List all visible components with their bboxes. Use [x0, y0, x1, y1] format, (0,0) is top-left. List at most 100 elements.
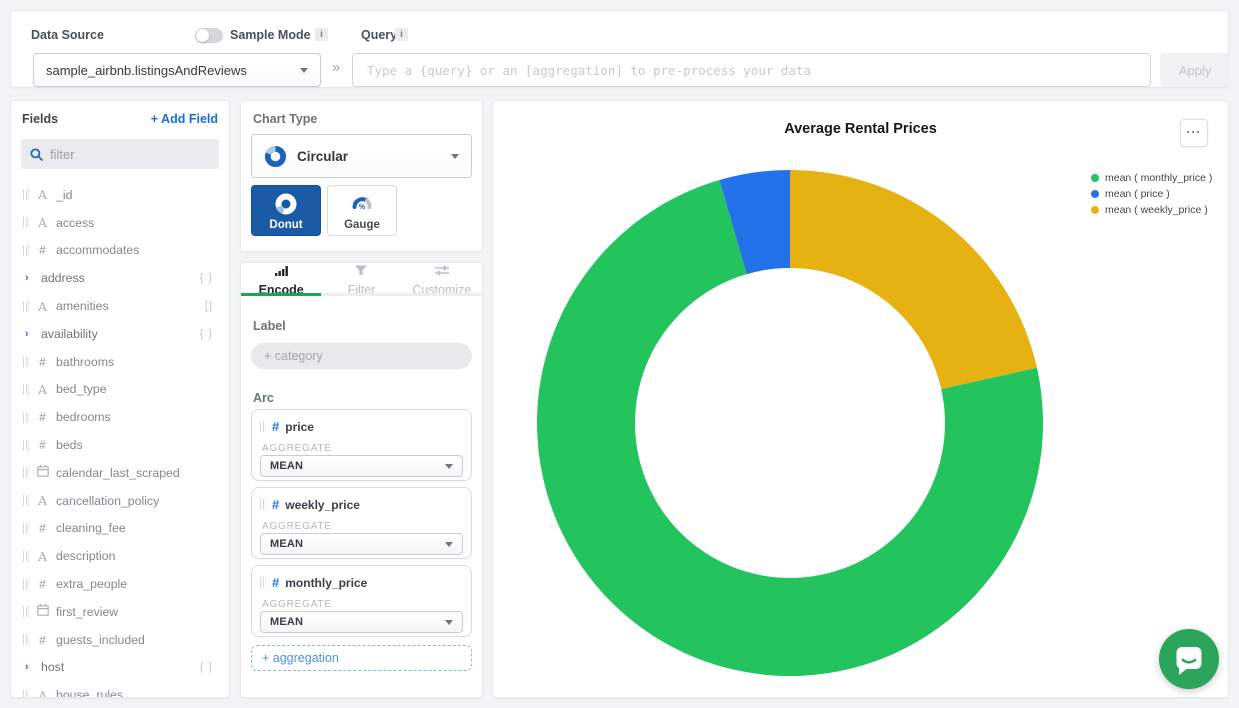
drag-handle-icon[interactable]	[23, 301, 29, 312]
field-row-first_review[interactable]: first_review	[11, 598, 229, 626]
legend-item: mean ( monthly_price )	[1091, 172, 1212, 184]
field-name: _id	[56, 188, 72, 202]
field-row-house_rules[interactable]: Ahouse_rules	[11, 681, 229, 698]
field-name: first_review	[56, 605, 118, 619]
number-type-icon: #	[35, 355, 50, 369]
number-type-icon: #	[272, 419, 279, 434]
query-info-icon[interactable]: i	[395, 28, 408, 41]
channel-header[interactable]: # price	[252, 410, 471, 434]
add-field-button[interactable]: + Add Field	[151, 112, 218, 126]
tab-filter[interactable]: Filter	[321, 263, 401, 296]
field-row-_id[interactable]: A_id	[11, 181, 229, 209]
arc-section-title: Arc	[253, 391, 274, 405]
field-row-accommodates[interactable]: #accommodates	[11, 237, 229, 265]
string-type-icon: A	[35, 299, 50, 314]
field-row-bedrooms[interactable]: #bedrooms	[11, 403, 229, 431]
field-row-cancellation_policy[interactable]: Acancellation_policy	[11, 487, 229, 515]
donut-slice-meanweekly_price[interactable]	[790, 170, 1037, 389]
aggregate-select-price[interactable]: MEAN	[260, 455, 463, 477]
label-category-dropzone[interactable]: + category	[251, 343, 472, 369]
bars-icon	[273, 263, 289, 281]
legend-label: mean ( weekly_price )	[1105, 204, 1208, 216]
aggregate-select-weekly_price[interactable]: MEAN	[260, 533, 463, 555]
channel-header[interactable]: #weekly_price	[252, 488, 471, 512]
expand-chevron-icon[interactable]: ›	[25, 272, 35, 284]
drag-handle-icon[interactable]	[23, 467, 29, 478]
subtype-button-donut[interactable]: Donut	[251, 185, 321, 236]
field-row-amenities[interactable]: Aamenities[]	[11, 292, 229, 320]
expand-chevron-icon[interactable]: ›	[25, 661, 35, 673]
drag-handle-icon[interactable]	[260, 577, 266, 588]
drag-handle-icon[interactable]	[23, 551, 29, 562]
encode-panel: EncodeFilterCustomize Label + category A…	[240, 262, 483, 698]
drag-handle-icon[interactable]	[23, 523, 29, 534]
tab-customize[interactable]: Customize	[402, 263, 482, 296]
drag-handle-icon[interactable]	[23, 440, 29, 451]
chart-legend: mean ( monthly_price )mean ( price )mean…	[1091, 172, 1212, 220]
tab-encode[interactable]: Encode	[241, 263, 321, 296]
field-row-calendar_last_scraped[interactable]: calendar_last_scraped	[11, 459, 229, 487]
arc-channel-monthly_price: #monthly_price AGGREGATEMEAN	[251, 565, 472, 637]
channel-field-name: price	[285, 420, 314, 434]
field-filter-input[interactable]	[50, 147, 200, 162]
field-row-address[interactable]: ›address{ }	[11, 264, 229, 292]
number-type-icon: #	[35, 577, 50, 591]
drag-handle-icon[interactable]	[23, 384, 29, 395]
field-row-guests_included[interactable]: #guests_included	[11, 626, 229, 654]
add-aggregation-button[interactable]: + aggregation	[251, 645, 472, 671]
field-name: house_rules	[56, 688, 123, 698]
drag-handle-icon[interactable]	[260, 421, 266, 432]
calendar-icon	[35, 604, 50, 619]
aggregate-label: AGGREGATE	[262, 443, 332, 454]
field-row-beds[interactable]: #beds	[11, 431, 229, 459]
channel-header[interactable]: #monthly_price	[252, 566, 471, 590]
drag-handle-icon[interactable]	[23, 356, 29, 367]
aggregate-select-monthly_price[interactable]: MEAN	[260, 611, 463, 633]
chart-type-value: Circular	[297, 149, 348, 164]
expand-chevron-icon[interactable]: ›	[25, 328, 35, 340]
field-filter-box[interactable]	[21, 139, 219, 169]
drag-handle-icon[interactable]	[23, 634, 29, 645]
field-row-host[interactable]: ›host{ }	[11, 654, 229, 682]
field-name: cleaning_fee	[56, 521, 126, 535]
sample-mode-toggle[interactable]	[195, 28, 223, 43]
field-row-extra_people[interactable]: #extra_people	[11, 570, 229, 598]
aggregate-label: AGGREGATE	[262, 521, 332, 532]
field-row-description[interactable]: Adescription	[11, 542, 229, 570]
drag-handle-icon[interactable]	[23, 495, 29, 506]
field-name: bed_type	[56, 382, 107, 396]
drag-handle-icon[interactable]	[23, 579, 29, 590]
chart-builder-page: Data Source Sample Mode i Query i sample…	[0, 0, 1239, 708]
funnel-icon	[353, 263, 369, 281]
sliders-icon	[434, 263, 450, 281]
channel-field-name: monthly_price	[285, 576, 367, 590]
subtype-button-gauge[interactable]: %Gauge	[327, 185, 397, 236]
aggregate-value: MEAN	[270, 538, 303, 550]
drag-handle-icon[interactable]	[23, 217, 29, 228]
field-list: A_idAaccess#accommodates›address{ }Aamen…	[11, 181, 229, 698]
field-row-bed_type[interactable]: Abed_type	[11, 376, 229, 404]
drag-handle-icon[interactable]	[23, 412, 29, 423]
field-name: accommodates	[56, 243, 139, 257]
drag-handle-icon[interactable]	[260, 499, 266, 510]
data-source-select[interactable]: sample_airbnb.listingsAndReviews	[33, 53, 321, 87]
chart-type-select[interactable]: Circular	[251, 134, 472, 178]
field-type-badge: { }	[200, 272, 213, 284]
drag-handle-icon[interactable]	[23, 690, 29, 698]
drag-handle-icon[interactable]	[23, 606, 29, 617]
field-row-cleaning_fee[interactable]: #cleaning_fee	[11, 515, 229, 543]
label-section-title: Label	[253, 319, 286, 333]
aggregate-label: AGGREGATE	[262, 599, 332, 610]
field-row-access[interactable]: Aaccess	[11, 209, 229, 237]
sample-mode-info-icon[interactable]: i	[315, 28, 328, 41]
chat-widget-button[interactable]	[1159, 629, 1219, 689]
field-row-bathrooms[interactable]: #bathrooms	[11, 348, 229, 376]
query-input[interactable]	[352, 53, 1151, 87]
string-type-icon: A	[35, 493, 50, 508]
apply-button[interactable]: Apply	[1160, 53, 1230, 87]
drag-handle-icon[interactable]	[23, 189, 29, 200]
field-row-availability[interactable]: ›availability{ }	[11, 320, 229, 348]
chevron-down-icon	[445, 464, 453, 469]
drag-handle-icon[interactable]	[23, 245, 29, 256]
chart-type-title: Chart Type	[253, 112, 317, 126]
